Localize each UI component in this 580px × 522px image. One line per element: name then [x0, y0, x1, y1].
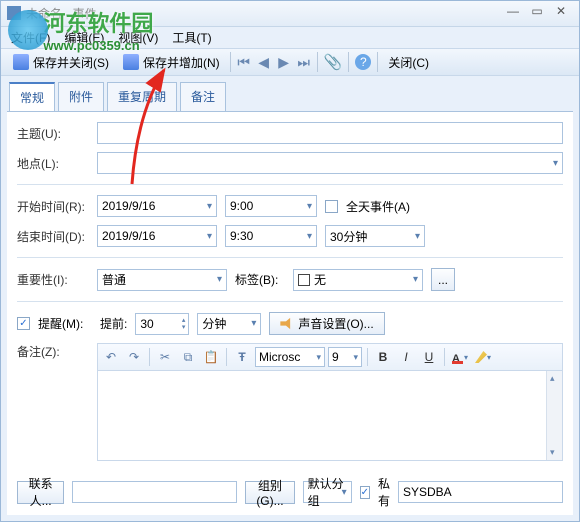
- close-window-button[interactable]: ✕: [549, 4, 573, 22]
- save-add-button[interactable]: 保存并增加(N): [119, 52, 224, 73]
- start-label: 开始时间(R):: [17, 198, 89, 215]
- font-color-button[interactable]: ▾: [450, 347, 470, 367]
- redo-icon[interactable]: ↷: [124, 347, 144, 367]
- tab-attachment[interactable]: 附件: [58, 82, 104, 111]
- underline-button[interactable]: U: [419, 347, 439, 367]
- sound-settings-button[interactable]: 声音设置(O)...: [269, 312, 384, 335]
- before-label: 提前:: [100, 315, 127, 332]
- remark-editor[interactable]: [97, 371, 563, 461]
- tag-more-button[interactable]: ...: [431, 268, 455, 291]
- footer-row: 联系人... 组别(G)... 默认分组 ✓ 私有: [17, 469, 563, 509]
- highlight-button[interactable]: ▾: [473, 347, 493, 367]
- content-panel: 主题(U): 地点(L): 开始时间(R): 2019/9/16 9:00 全天…: [7, 111, 573, 515]
- end-label: 结束时间(D):: [17, 228, 89, 245]
- nav-next-icon[interactable]: ▶: [277, 54, 291, 71]
- speaker-icon: [280, 317, 294, 331]
- minimize-button[interactable]: ―: [501, 4, 525, 22]
- save-icon: [123, 54, 139, 70]
- editor-toolbar: ↶ ↷ ✂ ⧉ 📋 Ŧ Microsc 9 B I U ▾ ▾: [97, 343, 563, 371]
- owner-field[interactable]: [398, 481, 563, 503]
- remind-checkbox[interactable]: ✓: [17, 317, 30, 330]
- font-tool-icon[interactable]: Ŧ: [232, 347, 252, 367]
- remind-value-spinner[interactable]: 30: [135, 313, 189, 335]
- location-label: 地点(L):: [17, 155, 89, 172]
- maximize-button[interactable]: ▭: [525, 4, 549, 22]
- help-icon[interactable]: ?: [355, 54, 371, 70]
- start-time-picker[interactable]: 9:00: [225, 195, 317, 217]
- close-button[interactable]: 关闭(C): [384, 52, 433, 73]
- tag-label: 标签(B):: [235, 271, 285, 288]
- group-combo[interactable]: 默认分组: [303, 481, 352, 503]
- start-date-picker[interactable]: 2019/9/16: [97, 195, 217, 217]
- menu-edit[interactable]: 编辑(E): [64, 29, 104, 46]
- undo-icon[interactable]: ↶: [101, 347, 121, 367]
- location-combo[interactable]: [97, 152, 563, 174]
- duration-combo[interactable]: 30分钟: [325, 225, 425, 247]
- attachment-icon[interactable]: 📎: [324, 53, 343, 71]
- bold-button[interactable]: B: [373, 347, 393, 367]
- remind-label: 提醒(M):: [38, 315, 92, 332]
- tab-strip: 常规 附件 重复周期 备注: [1, 76, 579, 111]
- remark-label: 备注(Z):: [17, 343, 89, 360]
- menu-file[interactable]: 文件(F): [11, 29, 50, 46]
- end-time-picker[interactable]: 9:30: [225, 225, 317, 247]
- nav-last-icon[interactable]: ⏭: [297, 54, 311, 71]
- tab-general[interactable]: 常规: [9, 82, 55, 111]
- save-close-button[interactable]: 保存并关闭(S): [9, 52, 113, 73]
- window-title: 未命名 - 事件: [26, 5, 97, 22]
- scrollbar-vertical[interactable]: [546, 371, 562, 460]
- save-icon: [13, 54, 29, 70]
- copy-icon[interactable]: ⧉: [178, 347, 198, 367]
- menu-view[interactable]: 视图(V): [118, 29, 158, 46]
- group-button[interactable]: 组别(G)...: [245, 481, 294, 504]
- toolbar: 保存并关闭(S) 保存并增加(N) ⏮ ◀ ▶ ⏭ 📎 ? 关闭(C): [1, 48, 579, 76]
- private-label: 私有: [378, 475, 390, 509]
- font-size-combo[interactable]: 9: [328, 347, 362, 367]
- tab-recurrence[interactable]: 重复周期: [107, 82, 177, 111]
- app-icon: [7, 6, 21, 20]
- menubar: 文件(F) 编辑(E) 视图(V) 工具(T): [1, 27, 579, 49]
- tab-notes[interactable]: 备注: [180, 82, 226, 111]
- tag-combo[interactable]: 无: [293, 269, 423, 291]
- cut-icon[interactable]: ✂: [155, 347, 175, 367]
- private-checkbox[interactable]: ✓: [360, 486, 370, 499]
- menu-tool[interactable]: 工具(T): [172, 29, 211, 46]
- remind-unit-combo[interactable]: 分钟: [197, 313, 261, 335]
- end-date-picker[interactable]: 2019/9/16: [97, 225, 217, 247]
- nav-prev-icon[interactable]: ◀: [257, 54, 271, 71]
- importance-label: 重要性(I):: [17, 271, 89, 288]
- allday-label: 全天事件(A): [346, 198, 410, 215]
- italic-button[interactable]: I: [396, 347, 416, 367]
- paste-icon[interactable]: 📋: [201, 347, 221, 367]
- contact-button[interactable]: 联系人...: [17, 481, 64, 504]
- tag-swatch-icon: [298, 274, 310, 286]
- contact-input[interactable]: [72, 481, 237, 503]
- font-family-combo[interactable]: Microsc: [255, 347, 325, 367]
- subject-label: 主题(U):: [17, 125, 89, 142]
- allday-checkbox[interactable]: [325, 200, 338, 213]
- titlebar: 未命名 - 事件 ― ▭ ✕: [1, 1, 579, 27]
- importance-combo[interactable]: 普通: [97, 269, 227, 291]
- nav-first-icon[interactable]: ⏮: [237, 54, 251, 71]
- subject-input[interactable]: [97, 122, 563, 144]
